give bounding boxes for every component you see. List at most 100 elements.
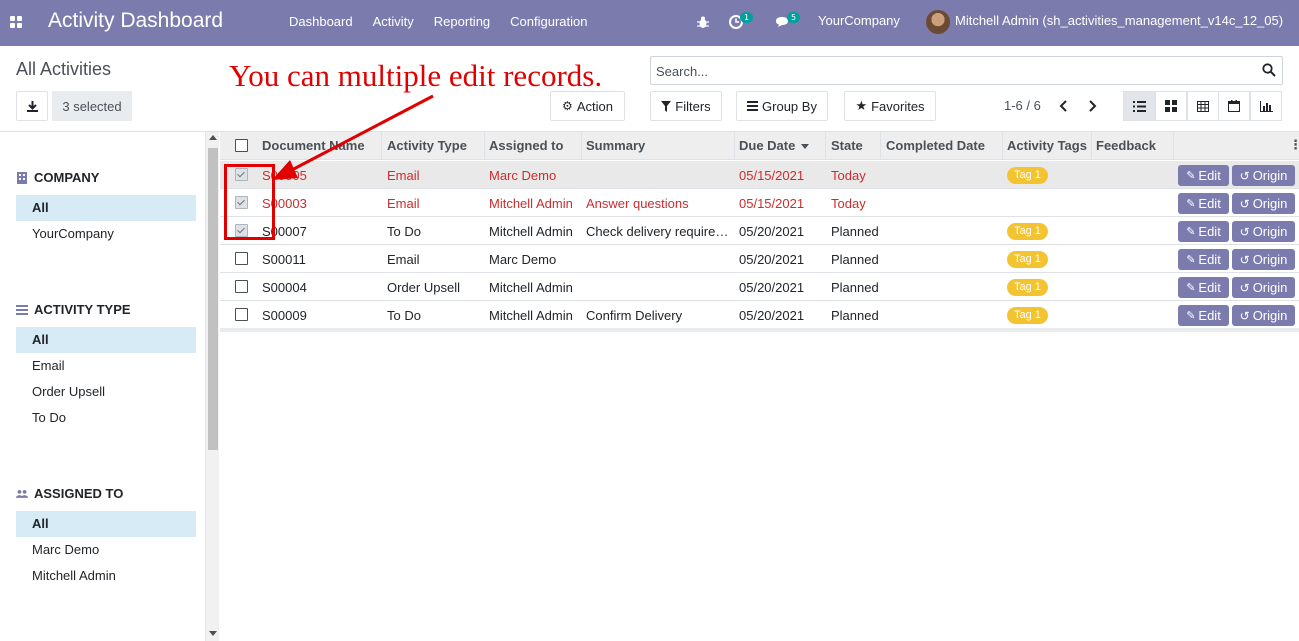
scroll-up-arrow-icon[interactable] [209,135,217,140]
row-select-checkbox[interactable] [235,308,248,321]
pager-value[interactable]: 1-6 / 6 [1004,98,1041,113]
menu-configuration[interactable]: Configuration [510,14,587,29]
cell-activity-type: Email [387,196,420,211]
table-row[interactable]: S00007 To Do Mitchell Admin Check delivery … [220,217,1299,245]
row-edit-button[interactable]: ✎ Edit [1178,165,1229,186]
assigned-filter-marc-demo[interactable]: Marc Demo [16,537,196,563]
menu-activity[interactable]: Activity [373,14,414,29]
column-completed-date[interactable]: Completed Date [886,138,985,153]
row-origin-button[interactable]: ↺ Origin [1232,305,1295,326]
pencil-icon: ✎ [1186,170,1196,182]
export-button[interactable] [16,91,48,121]
scrollbar-thumb[interactable] [208,148,218,450]
assigned-filter-all[interactable]: All [16,511,196,537]
cell-activity-type: Email [387,252,420,267]
row-edit-button[interactable]: ✎ Edit [1178,305,1229,326]
pager-next-icon[interactable] [1087,100,1097,112]
annotation-highlight-box [224,164,275,240]
column-feedback[interactable]: Feedback [1096,138,1156,153]
table-header: Document Name Activity Type Assigned to … [220,132,1299,160]
column-state[interactable]: State [831,138,863,153]
gear-icon: ⚙ [562,99,573,113]
view-calendar-button[interactable] [1218,91,1250,121]
row-edit-button[interactable]: ✎ Edit [1178,193,1229,214]
select-all-checkbox[interactable] [235,139,248,152]
page-title: All Activities [16,59,112,79]
column-options-kebab-icon[interactable]: ⋮ [1289,138,1299,153]
edit-label: Edit [1198,252,1221,267]
activity-count-badge: 1 [740,12,754,23]
activity-type-filter-todo[interactable]: To Do [16,405,196,431]
bug-icon[interactable] [697,16,709,29]
annotation-text: You can multiple edit records. [229,58,603,93]
table-row[interactable]: S00005 Email Marc Demo 05/15/2021 Today Tag 1… [220,161,1299,189]
search-icon[interactable] [1262,63,1276,77]
cell-assigned-to: Mitchell Admin [489,280,573,295]
table-footer [220,328,1299,332]
cell-summary: Answer questions [586,196,689,211]
row-edit-button[interactable]: ✎ Edit [1178,249,1229,270]
column-activity-tags[interactable]: Activity Tags [1007,138,1087,153]
column-activity-type[interactable]: Activity Type [387,138,467,153]
company-filter-all[interactable]: All [16,195,196,221]
company-filter-yourcompany[interactable]: YourCompany [16,221,196,247]
cell-due-date: 05/20/2021 [739,252,805,267]
star-icon: ★ [855,98,868,113]
view-pivot-button[interactable] [1187,91,1219,121]
filters-button[interactable]: Filters [650,91,722,121]
view-graph-button[interactable] [1250,91,1282,121]
search-box[interactable]: Search... [650,56,1283,85]
groupby-button[interactable]: Group By [736,91,828,121]
cell-assigned-to: Mitchell Admin [489,196,573,211]
table-view-icon [1197,100,1209,112]
origin-label: Origin [1252,168,1288,183]
row-select-checkbox[interactable] [235,280,248,293]
row-select-checkbox[interactable] [235,252,248,265]
pager-previous-icon[interactable] [1059,100,1069,112]
activity-type-filter-email[interactable]: Email [16,353,196,379]
view-list-button[interactable] [1123,91,1155,121]
row-origin-button[interactable]: ↺ Origin [1232,193,1295,214]
cell-document-name: S00004 [262,280,307,295]
sort-desc-icon [801,144,809,149]
download-icon [26,100,38,112]
column-summary[interactable]: Summary [586,138,645,153]
column-document-name[interactable]: Document Name [262,138,365,153]
row-origin-button[interactable]: ↺ Origin [1232,249,1295,270]
company-switcher[interactable]: YourCompany [818,13,900,28]
filter-icon [661,100,672,112]
cell-activity-type: To Do [387,224,421,239]
menu-dashboard[interactable]: Dashboard [289,14,353,29]
table-row[interactable]: S00004 Order Upsell Mitchell Admin 05/20/20… [220,273,1299,301]
row-origin-button[interactable]: ↺ Origin [1232,165,1295,186]
apps-menu-icon[interactable] [10,16,22,28]
row-origin-button[interactable]: ↺ Origin [1232,277,1295,298]
table-row[interactable]: S00011 Email Marc Demo 05/20/2021 Planned Tag… [220,245,1299,273]
table-row[interactable]: S00003 Email Mitchell Admin Answer question… [220,189,1299,217]
kanban-view-icon [1165,100,1177,112]
search-input[interactable]: Search... [656,64,708,79]
menu-reporting[interactable]: Reporting [434,14,490,29]
view-kanban-button[interactable] [1155,91,1187,121]
table-row[interactable]: S00009 To Do Mitchell Admin Confirm Deliver… [220,301,1299,329]
column-assigned-to[interactable]: Assigned to [489,138,563,153]
activity-type-filter-order-upsell[interactable]: Order Upsell [16,379,196,405]
assigned-filter-mitchell-admin[interactable]: Mitchell Admin [16,563,196,589]
cell-state: Today [831,196,866,211]
sidebar-scrollbar[interactable] [205,132,219,641]
cell-due-date: 05/20/2021 [739,308,805,323]
column-due-date[interactable]: Due Date [739,138,795,153]
app-title: Activity Dashboard [48,9,224,32]
cell-state: Planned [831,308,879,323]
row-edit-button[interactable]: ✎ Edit [1178,277,1229,298]
action-button[interactable]: ⚙ Action [550,91,625,121]
scroll-down-arrow-icon[interactable] [209,631,217,636]
activity-type-filter-all[interactable]: All [16,327,196,353]
user-menu[interactable]: Mitchell Admin (sh_activities_management… [955,13,1283,28]
favorites-button[interactable]: ★ Favorites [844,91,936,121]
row-origin-button[interactable]: ↺ Origin [1232,221,1295,242]
user-avatar[interactable] [926,10,950,34]
row-edit-button[interactable]: ✎ Edit [1178,221,1229,242]
origin-label: Origin [1252,308,1288,323]
list-view-icon [1132,100,1146,112]
